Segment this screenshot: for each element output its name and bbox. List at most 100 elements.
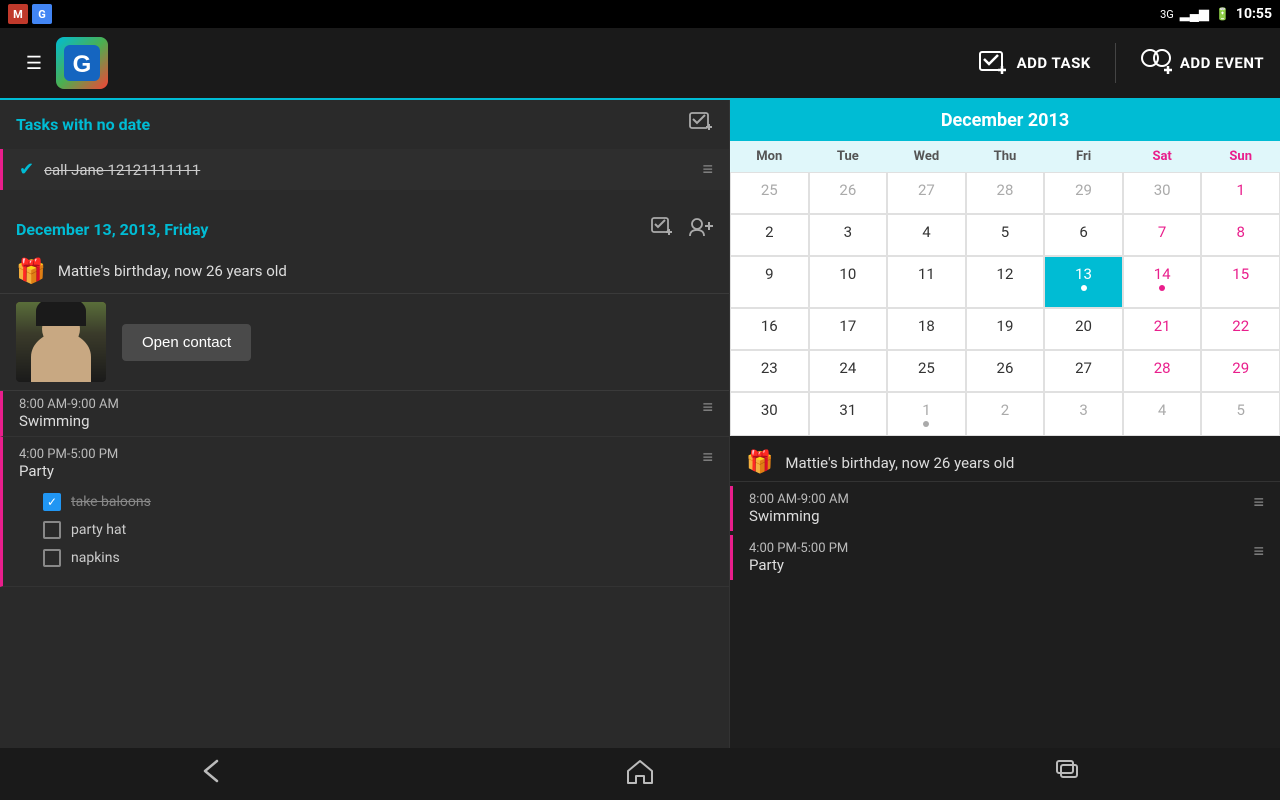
status-bar: M G 3G ▂▄▆ 🔋 10:55 [0, 0, 1280, 28]
cal-cell[interactable]: 22 [1201, 308, 1280, 350]
cal-cell[interactable]: 27 [1044, 350, 1123, 392]
cal-cell[interactable]: 16 [730, 308, 809, 350]
cal-cell[interactable]: 25 [887, 350, 966, 392]
cal-cell[interactable]: 5 [1201, 392, 1280, 436]
cal-swimming-menu-icon[interactable]: ≡ [1253, 492, 1264, 513]
cal-cell[interactable]: 27 [887, 172, 966, 214]
bottom-nav [0, 748, 1280, 800]
cal-cell[interactable]: 1 [1201, 172, 1280, 214]
cal-party-event[interactable]: 4:00 PM-5:00 PM Party ≡ [730, 535, 1280, 580]
cal-cell[interactable]: 6 [1044, 214, 1123, 256]
cal-cell[interactable]: 12 [966, 256, 1045, 308]
napkins-checkbox[interactable] [43, 549, 61, 567]
cal-cell[interactable]: 8 [1201, 214, 1280, 256]
cal-cell[interactable]: 29 [1044, 172, 1123, 214]
add-event-label: ADD EVENT [1180, 54, 1264, 72]
cal-cell[interactable]: 5 [966, 214, 1045, 256]
contact-section: Open contact [0, 294, 729, 391]
date-title: December 13, 2013, Friday [16, 220, 208, 239]
cal-birthday-text: Mattie's birthday, now 26 years old [785, 454, 1014, 472]
open-contact-button[interactable]: Open contact [122, 324, 251, 361]
cal-cell[interactable]: 4 [1123, 392, 1202, 436]
back-button[interactable] [197, 757, 229, 792]
cal-cell[interactable]: 24 [809, 350, 888, 392]
task-check-icon: ✔ [19, 159, 34, 180]
party-task-napkins[interactable]: napkins [43, 544, 713, 572]
cal-cell[interactable]: 26 [809, 172, 888, 214]
app-bar: ☰ G ADD TASK [0, 28, 1280, 100]
cal-cell[interactable]: 3 [809, 214, 888, 256]
add-task-date-icon[interactable] [651, 216, 673, 243]
cal-cell[interactable]: 29 [1201, 350, 1280, 392]
cal-cell[interactable]: 4 [887, 214, 966, 256]
add-task-section-icon[interactable] [689, 110, 713, 139]
swimming-event[interactable]: 8:00 AM-9:00 AM Swimming ≡ [0, 391, 729, 437]
cal-cell[interactable]: 2 [730, 214, 809, 256]
battery-icon: 🔋 [1215, 7, 1230, 21]
party-time: 4:00 PM-5:00 PM [19, 447, 118, 462]
party-name: Party [19, 462, 118, 480]
task-item[interactable]: ✔ call Jane 12121111111 ≡ [0, 149, 729, 190]
cal-cell[interactable]: 28 [1123, 350, 1202, 392]
cal-cell[interactable]: 20 [1044, 308, 1123, 350]
cal-cell[interactable]: 25 [730, 172, 809, 214]
cal-header-thu: Thu [966, 141, 1045, 172]
cal-cell[interactable]: 21 [1123, 308, 1202, 350]
add-event-button[interactable]: ADD EVENT [1140, 47, 1264, 79]
cal-cell[interactable]: 11 [887, 256, 966, 308]
cal-cell[interactable]: 9 [730, 256, 809, 308]
cal-cell[interactable]: 23 [730, 350, 809, 392]
cal-header-fri: Fri [1044, 141, 1123, 172]
main-content: Tasks with no date ✔ call Jane 121211111… [0, 100, 1280, 748]
cal-cell[interactable]: 26 [966, 350, 1045, 392]
no-date-title: Tasks with no date [16, 115, 150, 134]
add-contact-icon[interactable] [689, 216, 713, 243]
cal-cell[interactable]: 15 [1201, 256, 1280, 308]
cal-party-name: Party [749, 556, 848, 574]
date-section-icons [651, 216, 713, 243]
calendar-grid: Mon Tue Wed Thu Fri Sat Sun 25 26 27 28 … [730, 141, 1280, 436]
cal-header-mon: Mon [730, 141, 809, 172]
cal-party-info: 4:00 PM-5:00 PM Party [749, 541, 848, 574]
birthday-event-text: Mattie's birthday, now 26 years old [58, 262, 287, 280]
recents-button[interactable] [1051, 757, 1083, 792]
home-button[interactable] [624, 757, 656, 792]
cal-cell[interactable]: 3 [1044, 392, 1123, 436]
cal-swimming-event[interactable]: 8:00 AM-9:00 AM Swimming ≡ [730, 486, 1280, 531]
cal-cell-today[interactable]: 13 [1044, 256, 1123, 308]
balloons-text: take baloons [71, 494, 151, 510]
party-tasks: ✓ take baloons party hat napkins [3, 484, 729, 580]
task-menu-icon[interactable]: ≡ [702, 159, 713, 180]
party-task-hat[interactable]: party hat [43, 516, 713, 544]
swimming-menu-icon[interactable]: ≡ [702, 397, 713, 418]
party-header: 4:00 PM-5:00 PM Party ≡ [3, 443, 729, 484]
cal-cell[interactable]: 19 [966, 308, 1045, 350]
cal-cell[interactable]: 31 [809, 392, 888, 436]
cal-swimming-name: Swimming [749, 507, 849, 525]
cal-cell[interactable]: 28 [966, 172, 1045, 214]
cal-cell[interactable]: 10 [809, 256, 888, 308]
no-date-section-header: Tasks with no date [0, 100, 729, 149]
add-task-button[interactable]: ADD TASK [977, 47, 1091, 79]
cal-cell[interactable]: 30 [1123, 172, 1202, 214]
swimming-name: Swimming [19, 412, 702, 430]
cal-cell[interactable]: 30 [730, 392, 809, 436]
calendar-events: 🎁 Mattie's birthday, now 26 years old 8:… [730, 436, 1280, 748]
cal-cell[interactable]: 2 [966, 392, 1045, 436]
cal-cell[interactable]: 14 [1123, 256, 1202, 308]
cal-cell[interactable]: 17 [809, 308, 888, 350]
signal-bars-icon: ▂▄▆ [1180, 6, 1209, 22]
cal-cell[interactable]: 7 [1123, 214, 1202, 256]
cal-party-menu-icon[interactable]: ≡ [1253, 541, 1264, 562]
cal-party-time: 4:00 PM-5:00 PM [749, 541, 848, 556]
party-task-balloons[interactable]: ✓ take baloons [43, 488, 713, 516]
cal-cell[interactable]: 1 [887, 392, 966, 436]
cal-cell[interactable]: 18 [887, 308, 966, 350]
status-right: 3G ▂▄▆ 🔋 10:55 [1160, 6, 1272, 22]
cal-birthday-event: 🎁 Mattie's birthday, now 26 years old [730, 444, 1280, 482]
balloons-checkbox[interactable]: ✓ [43, 493, 61, 511]
svg-text:G: G [73, 51, 92, 78]
party-menu-icon[interactable]: ≡ [702, 447, 713, 468]
hat-checkbox[interactable] [43, 521, 61, 539]
party-event-info: 4:00 PM-5:00 PM Party [19, 447, 118, 480]
